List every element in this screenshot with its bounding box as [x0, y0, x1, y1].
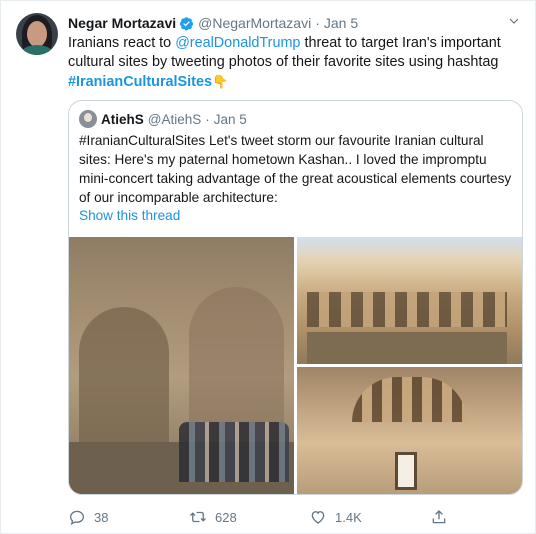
photo-detail [395, 452, 417, 490]
retweet-button[interactable]: 628 [189, 506, 237, 528]
photo-detail [79, 307, 169, 457]
reply-button[interactable]: 38 [68, 506, 108, 528]
reply-count: 38 [94, 509, 109, 525]
photo-detail [307, 332, 507, 364]
tweet-date[interactable]: Jan 5 [324, 15, 358, 31]
tweet-card[interactable]: Negar Mortazavi @NegarMortazavi · Jan 5 … [0, 0, 536, 534]
mention-link[interactable]: @realDonaldTrump [175, 35, 300, 51]
quoted-author-name[interactable]: AtiehS [101, 112, 144, 127]
photo-interior-concert[interactable] [69, 237, 294, 494]
photo-courtyard[interactable] [297, 237, 522, 364]
author-handle[interactable]: @NegarMortazavi [198, 15, 311, 31]
photo-detail [179, 422, 289, 482]
media-grid [69, 237, 522, 494]
tweet-text-part: Iranians react to [68, 35, 176, 51]
share-icon [432, 510, 446, 524]
tweet-header: Negar Mortazavi @NegarMortazavi · Jan 5 [68, 14, 358, 32]
like-button[interactable]: 1.4K [309, 506, 362, 528]
photo-detail [352, 377, 467, 422]
hashtag-link[interactable]: #IranianCulturalSites [68, 74, 212, 90]
separator-dot: · [315, 15, 320, 31]
avatar-face [27, 21, 47, 47]
chevron-down-icon[interactable] [508, 15, 520, 27]
share-button[interactable] [430, 506, 448, 528]
like-count: 1.4K [335, 509, 362, 525]
quoted-tweet-date[interactable]: Jan 5 [214, 112, 247, 127]
quoted-author-handle[interactable]: @AtiehS [148, 112, 201, 127]
quoted-author-avatar[interactable] [79, 110, 97, 128]
tweet-text: Iranians react to @realDonaldTrump threa… [68, 34, 523, 92]
show-thread-link[interactable]: Show this thread [79, 208, 180, 223]
photo-detail [307, 292, 507, 327]
photo-vaulted-hall[interactable] [297, 367, 522, 494]
heart-icon [311, 511, 325, 524]
pointing-down-emoji: 👇 [211, 74, 229, 89]
quoted-tweet[interactable]: AtiehS @AtiehS · Jan 5 #IranianCulturalS… [68, 100, 523, 495]
tweet-actions: 38 628 1.4K [68, 506, 523, 528]
author-avatar[interactable] [16, 13, 58, 55]
author-name[interactable]: Negar Mortazavi [68, 15, 176, 31]
retweet-count: 628 [215, 509, 237, 525]
verified-badge-icon [180, 16, 194, 30]
reply-icon [69, 510, 85, 526]
retweet-icon [190, 511, 206, 523]
quoted-tweet-text: #IranianCulturalSites Let's tweet storm … [79, 133, 512, 205]
quoted-tweet-header: AtiehS @AtiehS · Jan 5 [101, 110, 247, 128]
separator-dot: · [205, 111, 210, 127]
